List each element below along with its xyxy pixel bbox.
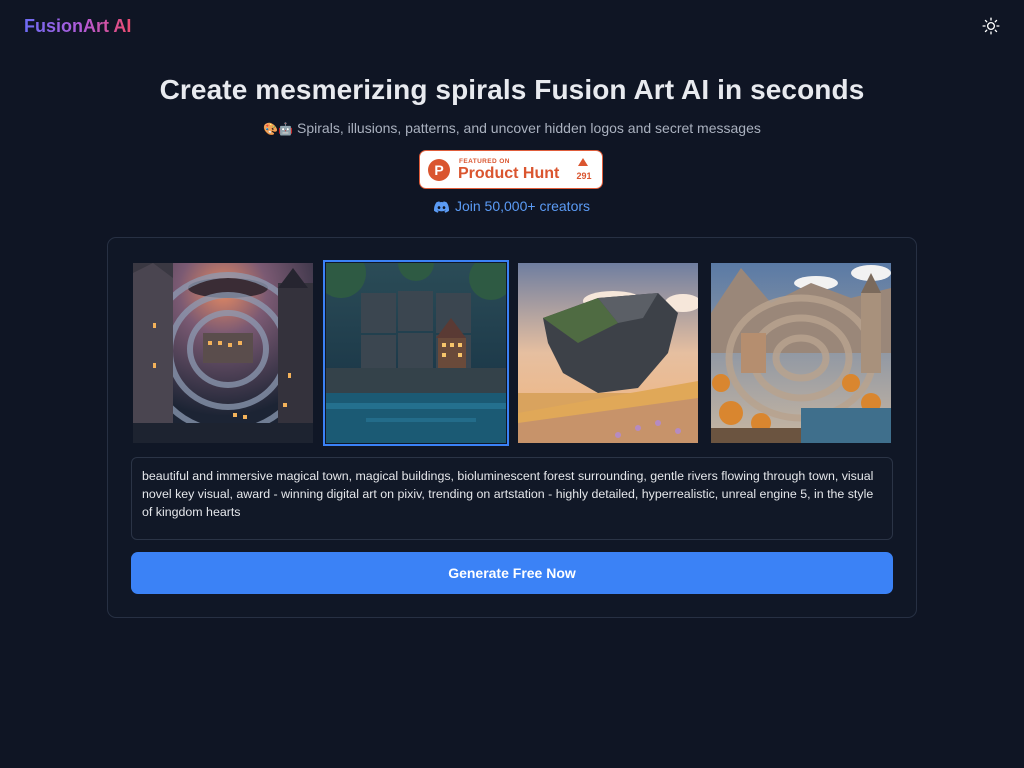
- ph-featured-label: FEATURED ON: [459, 158, 510, 165]
- ph-upvote-count: 291: [576, 171, 592, 181]
- discord-link-label: Join 50,000+ creators: [454, 198, 591, 214]
- gallery-thumbnail-3[interactable]: [518, 263, 698, 443]
- ph-name: Product Hunt: [458, 165, 560, 182]
- page-title: Create mesmerizing spirals Fusion Art AI…: [159, 74, 865, 105]
- page-subtitle: 🎨🤖 Spirals, illusions, patterns, and unco…: [0, 120, 1024, 136]
- product-hunt-badge[interactable]: P FEATURED ON Product Hunt 291: [419, 150, 603, 189]
- prompt-textarea[interactable]: beautiful and immersive magical town, ma…: [131, 457, 893, 540]
- theme-toggle-button[interactable]: [980, 15, 1002, 37]
- product-hunt-icon: P: [428, 159, 450, 181]
- generate-button[interactable]: Generate Free Now: [131, 552, 893, 594]
- upvote-arrow-icon: [578, 158, 588, 166]
- gallery-thumbnail-2[interactable]: [323, 260, 509, 446]
- palette-robot-emoji: 🎨🤖: [263, 122, 294, 136]
- gallery-thumbnail-4[interactable]: [711, 263, 891, 443]
- discord-community-link[interactable]: Join 50,000+ creators: [0, 198, 1024, 214]
- subtitle-text: Spirals, illusions, patterns, and uncove…: [297, 120, 761, 136]
- brand-logo[interactable]: FusionArt AI: [24, 16, 131, 37]
- discord-icon: [433, 201, 449, 213]
- gallery-thumbnail-1[interactable]: [133, 263, 313, 443]
- sun-icon: [982, 17, 1000, 35]
